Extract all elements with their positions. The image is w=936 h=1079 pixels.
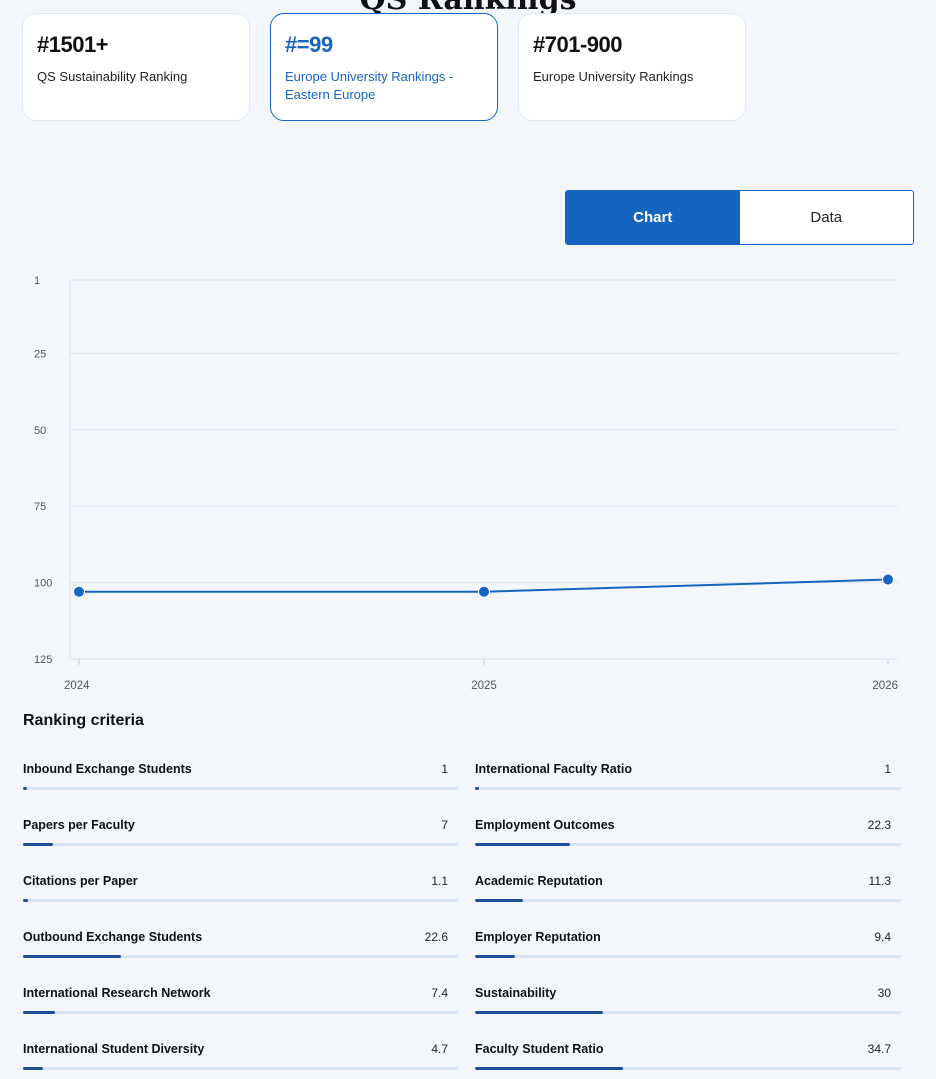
criteria-bar-track: [23, 955, 458, 958]
y-tick-label: 125: [34, 654, 52, 666]
ranking-card-label: Europe University Rankings: [533, 69, 694, 84]
criteria-bar-track: [475, 787, 901, 790]
criteria-item: Academic Reputation 11.3: [475, 874, 901, 930]
criteria-bar-fill: [23, 787, 28, 790]
criteria-bar-fill: [23, 1011, 56, 1014]
criteria-value: 1: [441, 762, 448, 776]
criteria-bar-track: [475, 1011, 901, 1014]
ranking-card-label: Europe University Rankings - Eastern Eur…: [285, 69, 454, 102]
criteria-item: Employer Reputation 9.4: [475, 930, 901, 986]
criteria-bar-fill: [475, 843, 570, 846]
criteria-grid: Inbound Exchange Students 1 International …: [23, 762, 901, 1079]
criteria-name: Citations per Paper: [23, 874, 138, 888]
ranking-card-label: QS Sustainability Ranking: [37, 69, 188, 84]
criteria-item: Outbound Exchange Students 22.6: [23, 930, 458, 986]
criteria-bar-fill: [23, 899, 28, 902]
criteria-value: 34.7: [867, 1042, 891, 1056]
criteria-name: Sustainability: [475, 986, 557, 1000]
criteria-name: Inbound Exchange Students: [23, 762, 192, 776]
criteria-item: International Student Diversity 4.7: [23, 1042, 458, 1079]
criteria-bar-track: [23, 1011, 458, 1014]
criteria-bar-fill: [23, 955, 122, 958]
criteria-bar-fill: [475, 787, 480, 790]
criteria-bar-track: [475, 843, 901, 846]
view-toggle: Chart Data: [565, 190, 914, 245]
criteria-name: International Research Network: [23, 986, 211, 1000]
data-point: [478, 585, 490, 598]
criteria-name: Faculty Student Ratio: [475, 1042, 604, 1056]
chart-tab[interactable]: Chart: [566, 191, 740, 244]
criteria-bar-fill: [475, 955, 516, 958]
criteria-name: International Student Diversity: [23, 1042, 205, 1056]
criteria-value: 7.4: [431, 986, 448, 1000]
criteria-name: International Faculty Ratio: [475, 762, 632, 776]
ranking-card-rank: #=99: [285, 32, 333, 57]
criteria-name: Employment Outcomes: [475, 818, 615, 832]
criteria-value: 4.7: [431, 1042, 448, 1056]
ranking-card-europe-eastern[interactable]: #=99 Europe University Rankings - Easter…: [270, 13, 498, 121]
criteria-bar-fill: [475, 1011, 603, 1014]
criteria-value: 9.4: [874, 930, 891, 944]
criteria-bar-track: [475, 1067, 901, 1070]
criteria-item: International Faculty Ratio 1: [475, 762, 901, 818]
x-tick-label: 2025: [471, 680, 497, 692]
ranking-card-rank: #1501+: [37, 32, 109, 57]
criteria-item: Sustainability 30: [475, 986, 901, 1042]
ranking-card-sustainability[interactable]: #1501+ QS Sustainability Ranking: [22, 13, 250, 121]
criteria-item: Papers per Faculty 7: [23, 818, 458, 874]
criteria-name: Academic Reputation: [475, 874, 603, 888]
criteria-item: Inbound Exchange Students 1: [23, 762, 458, 818]
criteria-value: 22.3: [867, 818, 891, 832]
criteria-name: Papers per Faculty: [23, 818, 135, 832]
ranking-cards: #1501+ QS Sustainability Ranking #=99 Eu…: [22, 13, 746, 121]
criteria-item: Employment Outcomes 22.3: [475, 818, 901, 874]
y-tick-label: 1: [34, 275, 40, 287]
criteria-value: 30: [877, 986, 891, 1000]
ranking-line-chart: 12550751001252024 2025 2026: [34, 275, 898, 692]
criteria-name: Employer Reputation: [475, 930, 601, 944]
criteria-title: Ranking criteria: [23, 712, 144, 729]
ranking-card-europe[interactable]: #701-900 Europe University Rankings: [518, 13, 746, 121]
criteria-value: 11.3: [868, 874, 891, 888]
criteria-value: 7: [441, 818, 448, 832]
criteria-bar-track: [475, 899, 901, 902]
data-point: [882, 573, 894, 586]
criteria-bar-track: [23, 787, 458, 790]
criteria-value: 1.1: [431, 874, 448, 888]
criteria-bar-track: [475, 955, 901, 958]
y-tick-label: 50: [34, 425, 46, 437]
criteria-bar-track: [23, 1067, 458, 1070]
x-tick-label: 2026: [872, 680, 898, 692]
y-tick-label: 25: [34, 348, 46, 360]
criteria-value: 1: [884, 762, 891, 776]
criteria-value: 22.6: [424, 930, 448, 944]
criteria-item: Citations per Paper 1.1: [23, 874, 458, 930]
data-point: [73, 585, 85, 598]
y-tick-label: 100: [34, 578, 52, 590]
criteria-bar-fill: [23, 1067, 44, 1070]
criteria-bar-track: [23, 843, 458, 846]
data-tab[interactable]: Data: [740, 191, 914, 244]
criteria-item: Faculty Student Ratio 34.7: [475, 1042, 901, 1079]
y-tick-label: 75: [34, 501, 46, 513]
ranking-card-rank: #701-900: [533, 32, 622, 57]
criteria-bar-track: [23, 899, 458, 902]
criteria-name: Outbound Exchange Students: [23, 930, 203, 944]
criteria-bar-fill: [475, 899, 524, 902]
criteria-bar-fill: [475, 1067, 623, 1070]
criteria-bar-fill: [23, 843, 54, 846]
x-tick-label: 2024: [64, 680, 90, 692]
criteria-item: International Research Network 7.4: [23, 986, 458, 1042]
